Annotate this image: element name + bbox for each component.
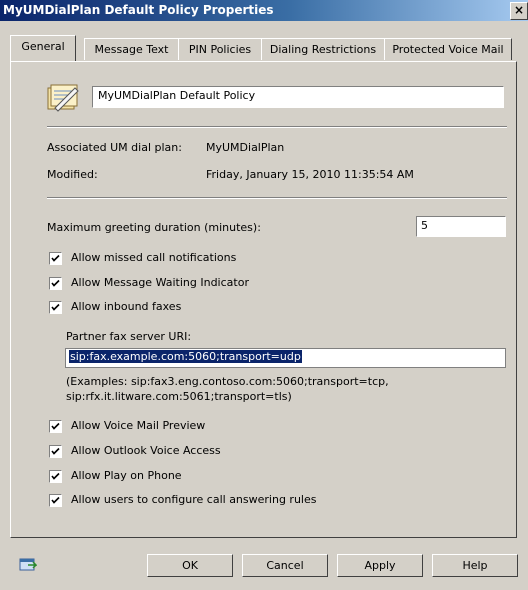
allow-call-answering-rules-checkbox[interactable] <box>49 494 62 507</box>
allow-voice-mail-preview-label: Allow Voice Mail Preview <box>71 419 206 432</box>
policy-icon <box>47 84 79 112</box>
help-button[interactable]: Help <box>432 554 518 577</box>
max-greeting-duration-input[interactable]: 5 <box>416 216 506 237</box>
properties-dialog: MyUMDialPlan Default Policy Properties ×… <box>0 0 528 590</box>
allow-message-waiting-indicator-checkbox[interactable] <box>49 277 62 290</box>
modified-value: Friday, January 15, 2010 11:35:54 AM <box>206 168 414 181</box>
fax-uri-example-line-2: sip:rfx.it.litware.com:5061;transport=tl… <box>66 390 292 403</box>
allow-inbound-faxes-label: Allow inbound faxes <box>71 300 182 313</box>
allow-inbound-faxes-checkbox[interactable] <box>49 301 62 314</box>
tab-dialing-restrictions[interactable]: Dialing Restrictions <box>261 38 385 60</box>
allow-play-on-phone-checkbox[interactable] <box>49 470 62 483</box>
partner-fax-server-uri-label: Partner fax server URI: <box>66 330 192 343</box>
allow-call-answering-rules-label: Allow users to configure call answering … <box>71 493 317 506</box>
allow-outlook-voice-access-label: Allow Outlook Voice Access <box>71 444 221 457</box>
help-icon[interactable] <box>19 557 37 573</box>
tab-general[interactable]: General <box>10 35 76 61</box>
policy-name-field[interactable]: MyUMDialPlan Default Policy <box>92 86 504 108</box>
title-bar[interactable]: MyUMDialPlan Default Policy Properties × <box>0 0 528 21</box>
ok-button[interactable]: OK <box>147 554 233 577</box>
allow-message-waiting-indicator-label: Allow Message Waiting Indicator <box>71 276 249 289</box>
separator <box>47 126 507 128</box>
apply-button[interactable]: Apply <box>337 554 423 577</box>
partner-fax-server-uri-input[interactable]: sip:fax.example.com:5060;transport=udp <box>65 348 506 368</box>
separator <box>47 197 507 199</box>
fax-uri-example-line-1: (Examples: sip:fax3.eng.contoso.com:5060… <box>66 375 389 388</box>
cancel-button[interactable]: Cancel <box>242 554 328 577</box>
fax-uri-value: sip:fax.example.com:5060;transport=udp <box>69 350 302 363</box>
tab-message-text[interactable]: Message Text <box>84 38 179 60</box>
allow-missed-call-notifications-label: Allow missed call notifications <box>71 251 237 264</box>
allow-missed-call-notifications-checkbox[interactable] <box>49 252 62 265</box>
window-title: MyUMDialPlan Default Policy Properties <box>3 3 274 17</box>
allow-outlook-voice-access-checkbox[interactable] <box>49 445 62 458</box>
max-greeting-duration-label: Maximum greeting duration (minutes): <box>47 221 261 234</box>
allow-voice-mail-preview-checkbox[interactable] <box>49 420 62 433</box>
allow-play-on-phone-label: Allow Play on Phone <box>71 469 182 482</box>
associated-dial-plan-value: MyUMDialPlan <box>206 141 285 154</box>
close-button[interactable]: × <box>510 2 528 20</box>
associated-dial-plan-label: Associated UM dial plan: <box>47 141 182 154</box>
tab-pin-policies[interactable]: PIN Policies <box>178 38 262 60</box>
modified-label: Modified: <box>47 168 98 181</box>
tab-protected-voice-mail[interactable]: Protected Voice Mail <box>384 38 512 60</box>
